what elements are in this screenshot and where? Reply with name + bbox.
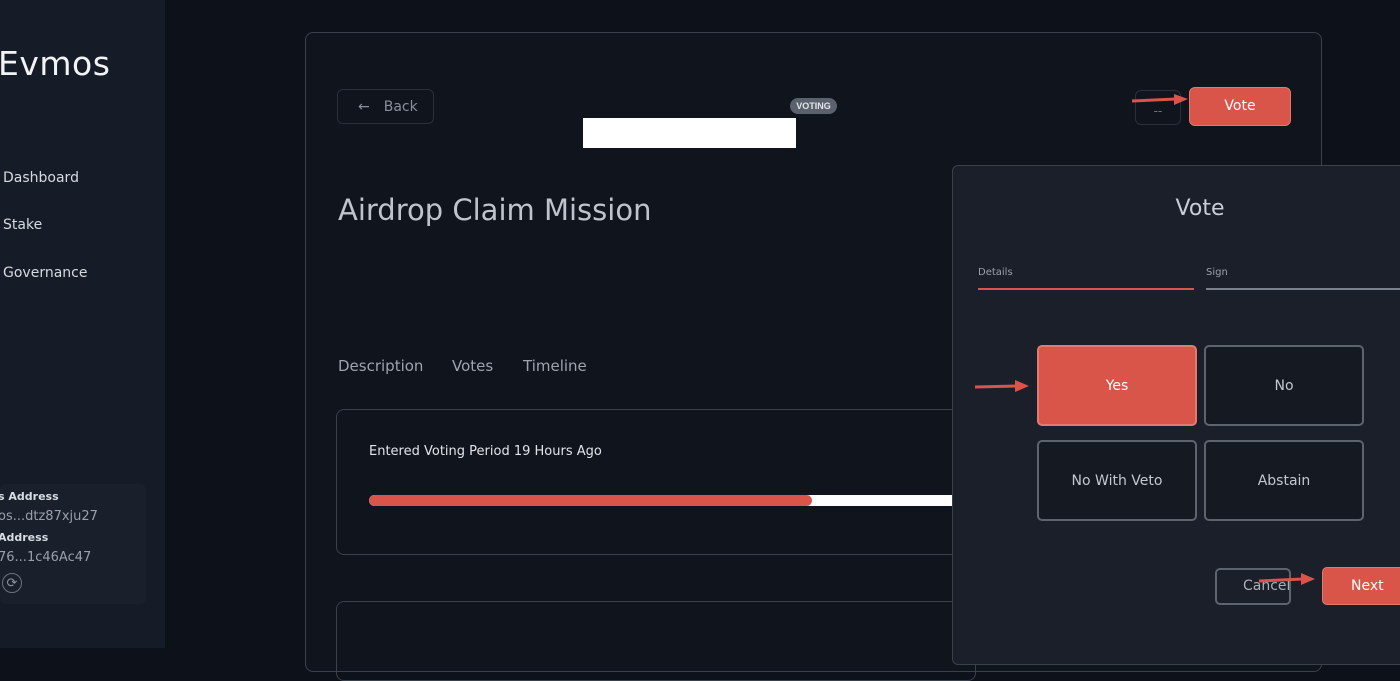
modal-title: Vote	[1175, 196, 1225, 221]
tab-description[interactable]: Description	[338, 357, 423, 375]
voting-progress-fill	[369, 495, 812, 506]
status-badge: VOTING	[790, 98, 837, 114]
sidebar-item-stake[interactable]: Stake	[3, 217, 42, 233]
step-details-underline	[978, 288, 1194, 290]
refresh-icon[interactable]: ⟳	[2, 573, 22, 593]
vote-button[interactable]: Vote	[1189, 87, 1291, 126]
back-button[interactable]: ← Back	[337, 89, 434, 124]
eth-address-value[interactable]: 76...1c46Ac47	[0, 550, 91, 565]
next-button[interactable]: Next	[1322, 567, 1400, 605]
step-sign-underline	[1206, 288, 1400, 290]
step-details[interactable]: Details	[978, 267, 1013, 278]
voting-period-text: Entered Voting Period 19 Hours Ago	[369, 444, 602, 459]
annotation-arrow-icon	[1131, 94, 1188, 105]
annotation-arrow-icon	[974, 380, 1029, 392]
annotation-arrow-icon	[1258, 573, 1315, 585]
back-label: Back	[383, 98, 418, 115]
sidebar-item-governance[interactable]: Governance	[3, 265, 87, 281]
sidebar-item-dashboard[interactable]: Dashboard	[3, 170, 79, 186]
tab-votes[interactable]: Votes	[452, 357, 493, 375]
app-logo: Evmos	[0, 44, 111, 83]
evmos-address-value[interactable]: os...dtz87xju27	[0, 509, 98, 524]
vote-option-abstain[interactable]: Abstain	[1204, 440, 1364, 521]
voting-progress-bar	[369, 495, 959, 506]
details-card	[336, 601, 976, 681]
evmos-address-label: s Address	[0, 490, 59, 503]
page-title: Airdrop Claim Mission	[338, 193, 652, 227]
eth-address-label: Address	[0, 531, 49, 544]
vote-option-yes[interactable]: Yes	[1037, 345, 1197, 426]
vote-option-no-with-veto[interactable]: No With Veto	[1037, 440, 1197, 521]
vote-option-no[interactable]: No	[1204, 345, 1364, 426]
arrow-left-icon: ←	[358, 98, 370, 115]
redacted-block	[583, 118, 796, 148]
voting-period-card	[336, 409, 976, 555]
tab-timeline[interactable]: Timeline	[523, 357, 587, 375]
step-sign[interactable]: Sign	[1206, 267, 1228, 278]
